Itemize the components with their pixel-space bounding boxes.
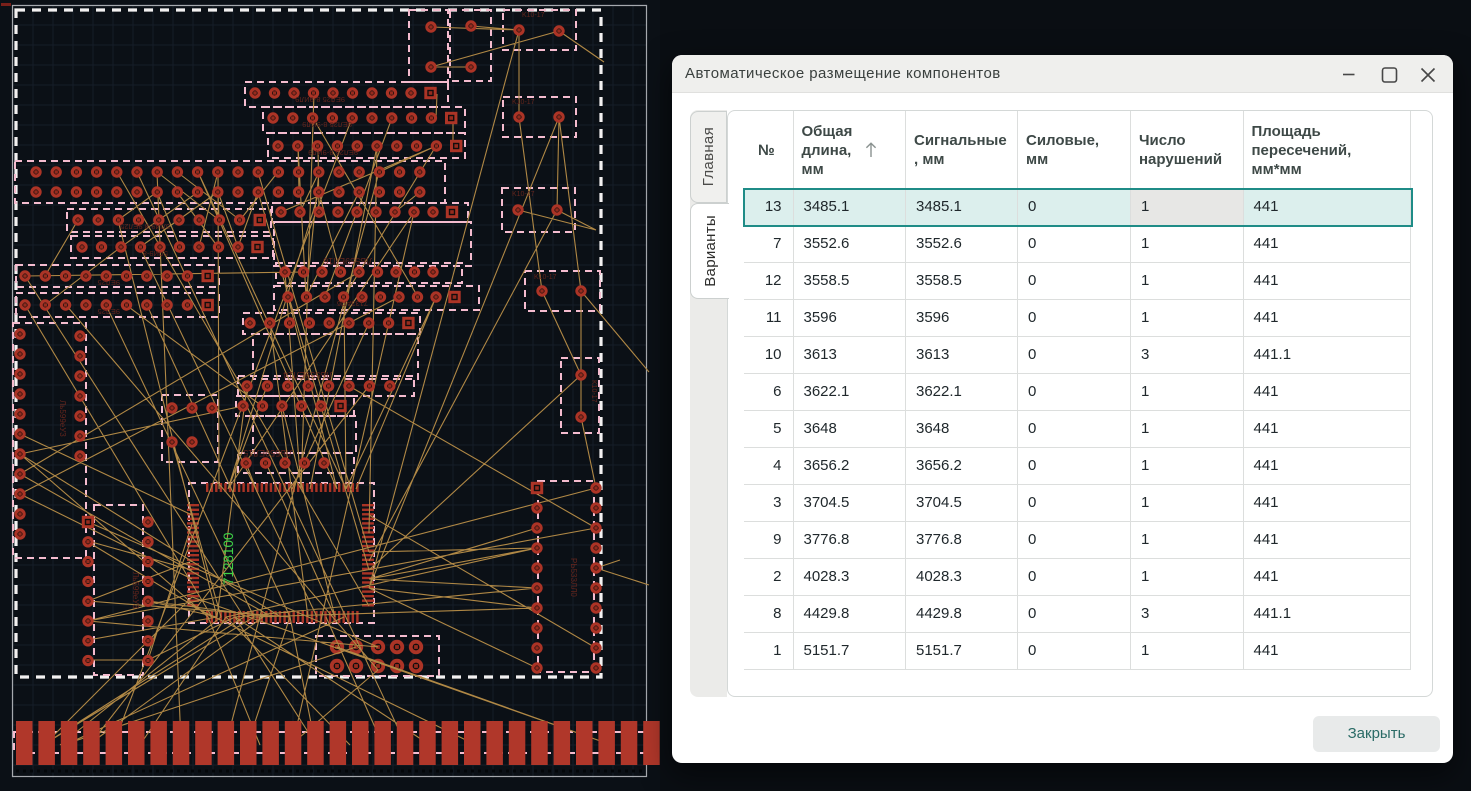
svg-text:K10-17: K10-17	[522, 12, 545, 19]
svg-text:5ЛИ9-8 9ЕЛ25: 5ЛИ9-8 9ЕЛ25	[120, 222, 170, 231]
svg-text:7133АП6: 7133АП6	[337, 299, 368, 308]
svg-text:9ЕЛ25 8-9ИЛ9: 9ЕЛ25 8-9ИЛ9	[302, 120, 352, 129]
svg-text:K10-17: K10-17	[590, 380, 597, 403]
svg-text:9ЕЛ25: 9ЕЛ25	[98, 278, 120, 287]
svg-text:7128100: 7128100	[221, 532, 236, 585]
svg-text:9ЕЛ25 8-9ИЛ9: 9ЕЛ25 8-9ИЛ9	[295, 95, 345, 104]
svg-text:Ль599еУ3: Ль599еУ3	[58, 400, 67, 437]
svg-text:ЛЬ559ЕЛ14: ЛЬ559ЕЛ14	[283, 370, 332, 380]
svg-text:9ЕЛ25 8-9ИЛ9: 9ЕЛ25 8-9ИЛ9	[308, 148, 358, 157]
svg-text:K10-17: K10-17	[534, 274, 557, 281]
svg-text:ЛЬ559ЕЛ15: ЛЬ559ЕЛ15	[243, 448, 292, 458]
svg-text:K10-17: K10-17	[512, 191, 535, 198]
svg-text:Ль599еУ3: Ль599еУ3	[131, 572, 140, 609]
svg-text:ЛЬ559ЕЛ16: ЛЬ559ЕЛ16	[323, 256, 372, 266]
svg-text:9ЕЛ25: 9ЕЛ25	[98, 307, 120, 316]
svg-text:K10-17: K10-17	[512, 99, 535, 106]
svg-text:РЬ533ЛЛ0: РЬ533ЛЛ0	[569, 558, 578, 597]
svg-text:5ЛИ9-8: 5ЛИ9-8	[143, 249, 168, 258]
